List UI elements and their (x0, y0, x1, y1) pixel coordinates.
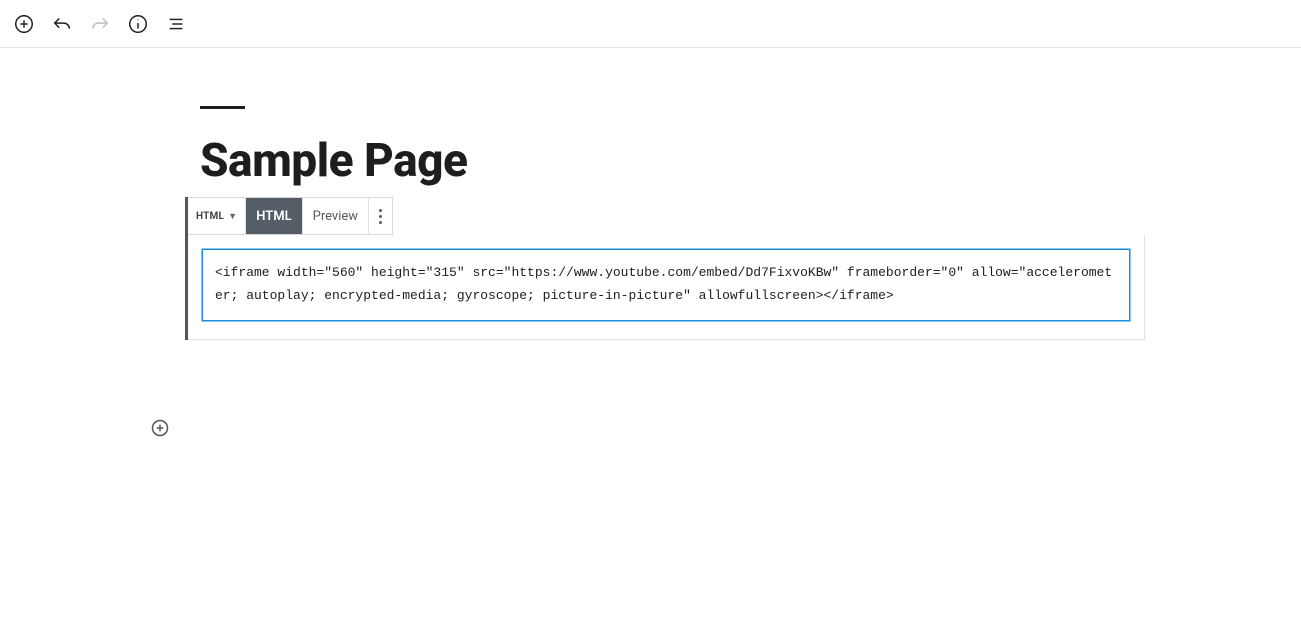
html-block: HTML ▼ HTML Preview (185, 197, 1145, 340)
block-more-button[interactable] (369, 198, 392, 234)
block-toolbar: HTML ▼ HTML Preview (188, 197, 393, 235)
add-block-inserter[interactable] (148, 416, 172, 440)
editor-canvas: Sample Page HTML ▼ HTML Preview (0, 48, 1301, 340)
redo-button[interactable] (82, 6, 118, 42)
chevron-down-icon: ▼ (228, 211, 237, 222)
tab-html[interactable]: HTML (246, 198, 302, 234)
block-type-selector[interactable]: HTML ▼ (188, 198, 246, 234)
title-divider (200, 106, 245, 109)
editor-top-toolbar (0, 0, 1301, 48)
html-block-body (188, 235, 1145, 340)
add-block-button[interactable] (6, 6, 42, 42)
undo-button[interactable] (44, 6, 80, 42)
block-type-label: HTML (196, 211, 224, 222)
title-block[interactable]: Sample Page (185, 106, 1145, 185)
html-code-textarea[interactable] (202, 249, 1130, 321)
more-vertical-icon (379, 209, 382, 224)
tab-preview[interactable]: Preview (303, 198, 369, 234)
outline-button[interactable] (158, 6, 194, 42)
info-button[interactable] (120, 6, 156, 42)
page-title[interactable]: Sample Page (200, 137, 1145, 185)
